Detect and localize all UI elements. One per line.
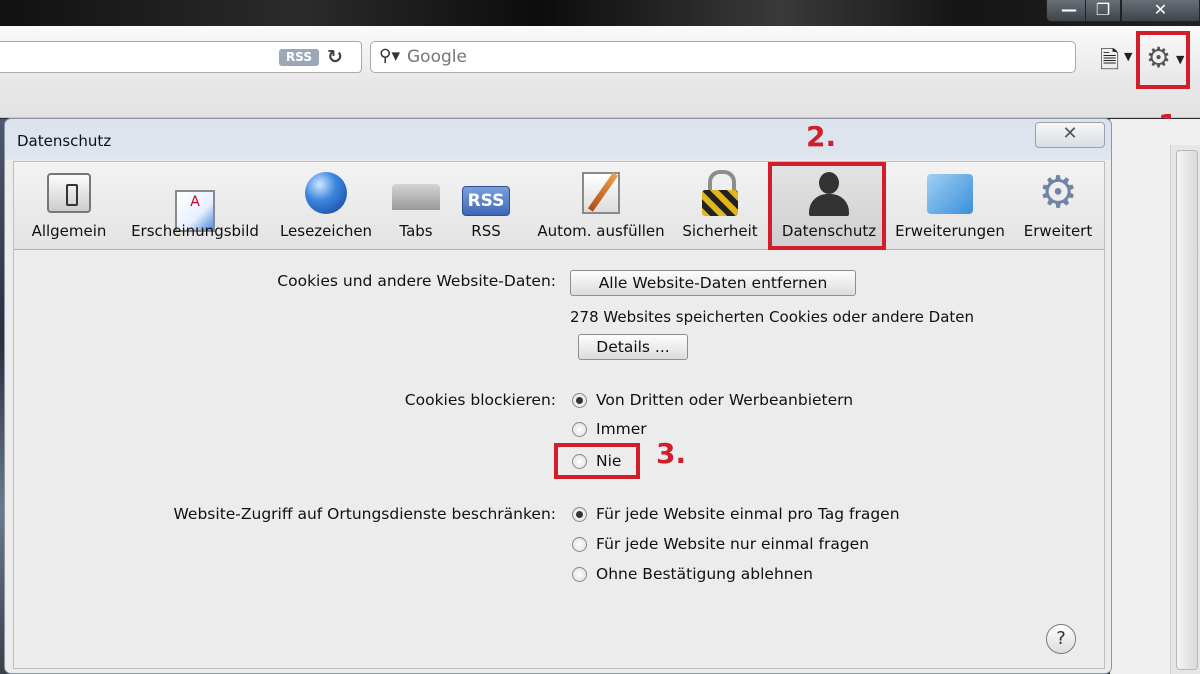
tab-label: Tabs [399,222,433,240]
tab-label: Erweitert [1023,222,1093,240]
radio-label: Ohne Bestätigung ablehnen [596,565,813,583]
tab-rss[interactable]: RSS RSS [454,170,518,246]
tab-sicherheit[interactable]: Sicherheit [678,170,762,246]
radio-button[interactable] [572,393,587,408]
help-button[interactable]: ? [1046,624,1076,654]
person-icon [774,170,884,216]
gear-icon: ⚙ [1038,167,1078,218]
stored-websites-info: 278 Websites speicherten Cookies oder an… [570,308,975,326]
globe-icon [274,170,378,216]
search-input[interactable] [407,45,1057,69]
tab-label: Autom. ausfüllen [537,222,665,240]
tab-erweiterungen[interactable]: Erweiterungen [890,170,1010,246]
rss-icon: RSS [454,170,518,216]
tab-erweitert[interactable]: ⚙ Erweitert [1016,170,1100,246]
chevron-down-icon[interactable]: ▼ [1124,50,1132,63]
font-doc-icon: A [122,170,268,232]
tab-tabs[interactable]: Tabs [384,170,448,246]
radio-label: Immer [596,420,647,438]
chevron-down-icon: ▼ [1176,53,1185,66]
block-option-third-party[interactable]: Von Dritten oder Werbeanbietern [572,391,872,411]
step-2-annotation: 2. [806,120,837,153]
close-window-button[interactable]: ✕ [1121,0,1200,22]
location-services-label: Website-Zugriff auf Ortungsdienste besch… [173,505,556,523]
tab-erscheinungsbild[interactable]: A Erscheinungsbild [122,170,268,246]
tab-label: Erscheinungsbild [131,222,259,240]
radio-button[interactable] [572,567,587,582]
tab-lesezeichen[interactable]: Lesezeichen [274,170,378,246]
window-title: Datenschutz [17,132,112,150]
rss-button[interactable]: RSS [279,49,319,66]
tab-datenschutz[interactable]: Datenschutz [774,170,884,246]
radio-label: Von Dritten oder Werbeanbietern [596,391,854,409]
step-3-annotation: 3. [656,437,687,470]
tab-label: Sicherheit [682,222,758,240]
tab-label: Erweiterungen [895,222,1005,240]
location-option-daily[interactable]: Für jede Website einmal pro Tag fragen [572,505,932,525]
location-option-once[interactable]: Für jede Website nur einmal fragen [572,535,902,555]
tab-autofill[interactable]: Autom. ausfüllen [526,170,676,246]
cookies-block-label: Cookies blockieren: [404,391,556,409]
tab-label: Lesezeichen [279,222,373,240]
browser-toolbar: RSS ↻ ⚲▾ 🗎 ▼ [0,26,1200,118]
radio-label: Für jede Website nur einmal fragen [596,535,870,553]
tab-label: Allgemein [31,222,107,240]
lock-icon [678,170,762,216]
gear-icon[interactable]: ⚙ [1146,41,1171,74]
scrollbar-thumb[interactable] [1176,150,1198,670]
tab-label: RSS [471,222,501,240]
switch-icon [20,170,118,216]
tab-allgemein[interactable]: Allgemein [20,170,118,246]
never-option-highlight [554,443,640,479]
preferences-toolbar: Allgemein A Erscheinungsbild Lesezeichen… [14,162,1104,250]
search-icon[interactable]: ⚲▾ [379,46,400,66]
radio-button[interactable] [572,422,587,437]
page-icon[interactable]: 🗎 [1100,43,1119,84]
tab-label: Datenschutz [781,222,877,240]
maximize-button[interactable]: ❐ [1085,0,1121,22]
close-button[interactable]: ✕ [1035,122,1105,148]
remove-all-website-data-button[interactable]: Alle Website-Daten entfernen [570,270,856,296]
details-button[interactable]: Details ... [578,334,688,360]
preferences-panel: Allgemein A Erscheinungsbild Lesezeichen… [13,161,1105,669]
settings-menu-highlight[interactable]: ⚙ ▼ [1136,31,1190,89]
radio-button[interactable] [572,507,587,522]
radio-label: Für jede Website einmal pro Tag fragen [596,505,900,523]
tabs-icon [384,170,448,216]
pen-icon [526,170,676,216]
address-bar[interactable]: RSS ↻ [0,41,362,73]
puzzle-icon [890,170,1010,216]
search-field[interactable]: ⚲▾ [370,41,1076,73]
location-option-deny[interactable]: Ohne Bestätigung ablehnen [572,565,852,585]
cookies-label: Cookies und andere Website-Daten: [277,272,556,290]
reload-icon[interactable]: ↻ [327,46,343,68]
preferences-window: Datenschutz ✕ Allgemein A Erscheinungsbi… [4,118,1112,674]
radio-button[interactable] [572,537,587,552]
title-bar [0,0,1200,26]
